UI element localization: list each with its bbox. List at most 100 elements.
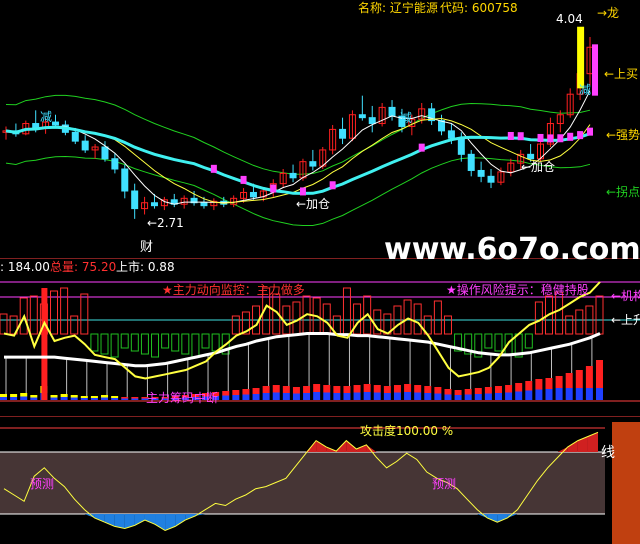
force-box (413, 303, 422, 335)
volume-bar-low (565, 388, 573, 400)
force-box (524, 333, 533, 349)
candle-body (487, 175, 495, 183)
risk-tip-label: ★操作风险提示：稳健持股 (446, 283, 589, 297)
volume-bar-low (575, 388, 583, 400)
volume-bar-high (494, 386, 502, 393)
volume-bar-low (585, 388, 593, 400)
volume-bar-low (414, 392, 422, 400)
volume-bar-low (20, 396, 28, 400)
add-position-label-1: ←加仓 (296, 197, 331, 211)
volume-bar-low (424, 393, 432, 400)
stock-name-label: 名称: 辽宁能源 (358, 1, 438, 15)
volume-bar-low (434, 393, 442, 400)
main-force-monitor-label: ★主力动向监控：主力做多 (162, 283, 305, 297)
volume-bar-low (262, 393, 270, 400)
signal-marker (507, 131, 514, 140)
candle-body (477, 169, 485, 177)
volume-bar-high (585, 366, 593, 388)
attack-fill-high (587, 432, 598, 452)
volume-bar-high (313, 384, 321, 392)
volume-bar-high (30, 395, 38, 398)
forecast-label-1: 预测 (30, 477, 55, 491)
volume-bar-high (222, 391, 230, 396)
force-box (161, 333, 170, 349)
volume-bar-low (474, 394, 482, 400)
volume-bar-low (596, 388, 603, 400)
volume-bar-low (222, 395, 230, 400)
volume-bar-low (343, 393, 351, 400)
signal-marker (270, 184, 277, 193)
indicator-panel[interactable] (0, 258, 640, 416)
volume-bar-low (323, 392, 331, 400)
attack-panel[interactable] (0, 416, 640, 544)
right-side-bar (612, 422, 640, 544)
volume-bar-high (232, 390, 240, 395)
force-box (484, 333, 493, 349)
volume-bar-low (242, 394, 250, 400)
neutral-band (0, 452, 605, 514)
signal-marker (299, 187, 306, 196)
signal-column (592, 44, 598, 96)
candle-body (289, 172, 297, 179)
total-volume-label: 总量: 75.20 (50, 260, 117, 274)
rising-label: ←上升 (611, 313, 640, 327)
candle-body (51, 121, 59, 126)
band-upper-line (5, 94, 591, 175)
volume-bar-high (343, 386, 351, 393)
force-box (534, 301, 543, 335)
volume-bar-low (373, 392, 381, 400)
volume-bar-low (313, 392, 321, 400)
volume-bar-low (111, 398, 119, 400)
force-box (494, 333, 503, 352)
volume-bar-low (60, 397, 68, 400)
volume-bar-high (101, 395, 109, 398)
candle-body (358, 114, 366, 119)
signal-marker (329, 181, 336, 190)
candle-body (121, 168, 129, 192)
attack-fill-low (134, 514, 145, 526)
volume-bar-high (484, 387, 492, 394)
volume-bar-high (535, 379, 543, 390)
force-box (0, 313, 8, 335)
volume-spike-bar (41, 288, 48, 400)
signal-marker (240, 175, 247, 184)
volume-bar-low (70, 397, 78, 400)
volume-bar-low (404, 392, 412, 400)
force-box (342, 287, 351, 335)
price-panel[interactable] (0, 0, 640, 258)
reduce-marker-2: 减 (400, 111, 413, 125)
volume-bar-low (444, 394, 452, 400)
candle-body (388, 106, 396, 117)
volume-bar-high (575, 370, 583, 388)
volume-bar-high (20, 393, 28, 397)
force-box (555, 291, 564, 335)
force-box (29, 295, 38, 335)
volume-bar-high (262, 386, 270, 393)
volume-bar-high (60, 394, 68, 397)
volume-bar-low (131, 398, 139, 400)
volume-bar-low (454, 395, 462, 400)
candle-body (249, 191, 257, 198)
signal-marker (577, 131, 584, 140)
signal-marker (517, 132, 524, 141)
attack-fill-high (557, 446, 568, 452)
low-price-label: ←2.71 (147, 216, 184, 230)
band-lower-line (5, 155, 591, 226)
volume-bar-low (464, 394, 472, 400)
force-box (575, 309, 584, 335)
volume-bar-high (515, 383, 523, 392)
force-box (140, 333, 149, 355)
volume-bar-high (70, 395, 78, 398)
finance-marker[interactable]: 财 (140, 241, 153, 255)
volume-bar-low (80, 398, 88, 400)
force-box (60, 287, 69, 335)
force-box (322, 303, 331, 335)
volume-bar-high (565, 373, 573, 388)
volume-bar-low (353, 392, 361, 400)
volume-bar-high (363, 384, 371, 392)
volume-bar-high (434, 387, 442, 394)
volume-bar-low (303, 393, 311, 400)
volume-bar-low (30, 397, 38, 400)
attack-fill-low (477, 514, 488, 518)
force-box (90, 333, 99, 352)
